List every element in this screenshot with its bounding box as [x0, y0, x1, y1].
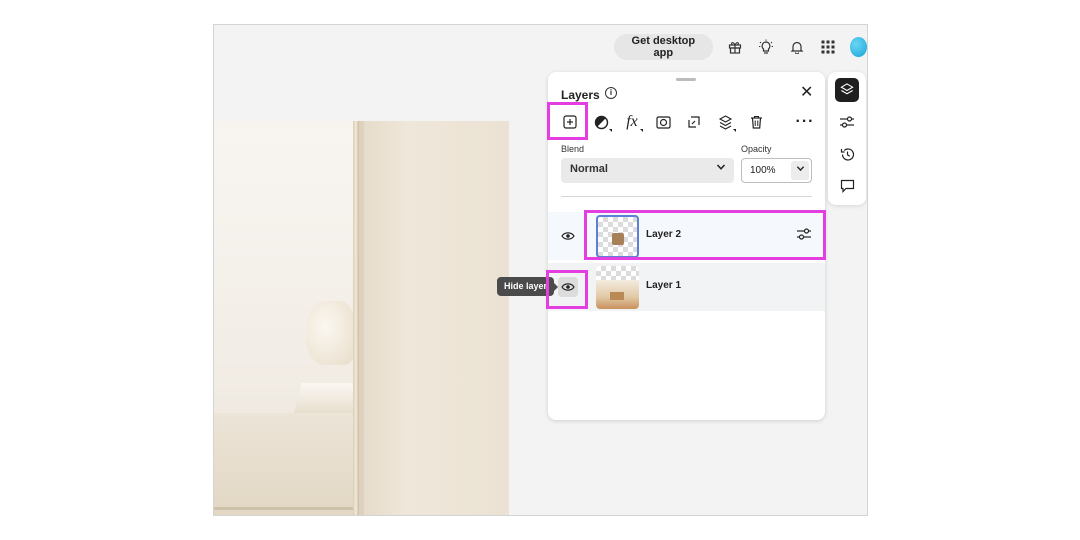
- opacity-dropdown-button[interactable]: [791, 161, 809, 180]
- apps-grid-icon[interactable]: [819, 37, 836, 57]
- highlight-layer-2: [584, 210, 826, 260]
- eye-icon[interactable]: [560, 228, 576, 244]
- blend-mode-value: Normal: [570, 163, 608, 175]
- adjustments-icon[interactable]: [835, 110, 859, 134]
- blend-mode-dropdown[interactable]: Normal: [561, 158, 734, 183]
- layer-row-layer-1[interactable]: Layer 1: [548, 263, 825, 311]
- avatar[interactable]: [850, 37, 867, 57]
- bell-icon[interactable]: [788, 37, 805, 57]
- layer-name: Layer 1: [646, 280, 682, 291]
- blend-label: Blend: [561, 144, 585, 154]
- panel-drag-handle[interactable]: [676, 78, 696, 81]
- clipping-mask-icon[interactable]: [682, 110, 706, 134]
- mask-icon[interactable]: [651, 110, 675, 134]
- comments-icon[interactable]: [835, 174, 859, 198]
- fx-effects-icon[interactable]: fx: [620, 110, 644, 134]
- right-rail: [828, 72, 866, 205]
- opacity-label: Opacity: [741, 144, 772, 154]
- panel-title: Layers: [561, 88, 600, 102]
- highlight-eye-layer-1: [546, 270, 588, 309]
- opacity-value: 100%: [750, 165, 776, 176]
- opacity-field[interactable]: 100%: [741, 158, 812, 183]
- app-window: Get desktop app Layers i ✕ fx ··· Blend …: [213, 24, 868, 516]
- layers-icon[interactable]: [835, 78, 859, 102]
- layer-thumbnail[interactable]: [596, 266, 639, 309]
- lightbulb-icon[interactable]: [758, 37, 775, 57]
- adjustment-layer-icon[interactable]: [589, 110, 613, 134]
- layers-toolbar: fx ···: [558, 110, 818, 134]
- canvas-image[interactable]: [214, 121, 509, 515]
- highlight-add-layer: [547, 102, 588, 140]
- divider: [561, 196, 812, 197]
- top-bar: Get desktop app: [614, 34, 867, 60]
- info-icon[interactable]: i: [605, 87, 617, 99]
- chevron-down-icon: [716, 162, 726, 175]
- delete-icon[interactable]: [744, 110, 768, 134]
- gift-icon[interactable]: [727, 37, 744, 57]
- layer-options-icon[interactable]: [713, 110, 737, 134]
- close-icon[interactable]: ✕: [800, 84, 813, 102]
- history-icon[interactable]: [835, 142, 859, 166]
- more-options-icon[interactable]: ···: [793, 110, 817, 134]
- get-desktop-app-button[interactable]: Get desktop app: [614, 34, 713, 60]
